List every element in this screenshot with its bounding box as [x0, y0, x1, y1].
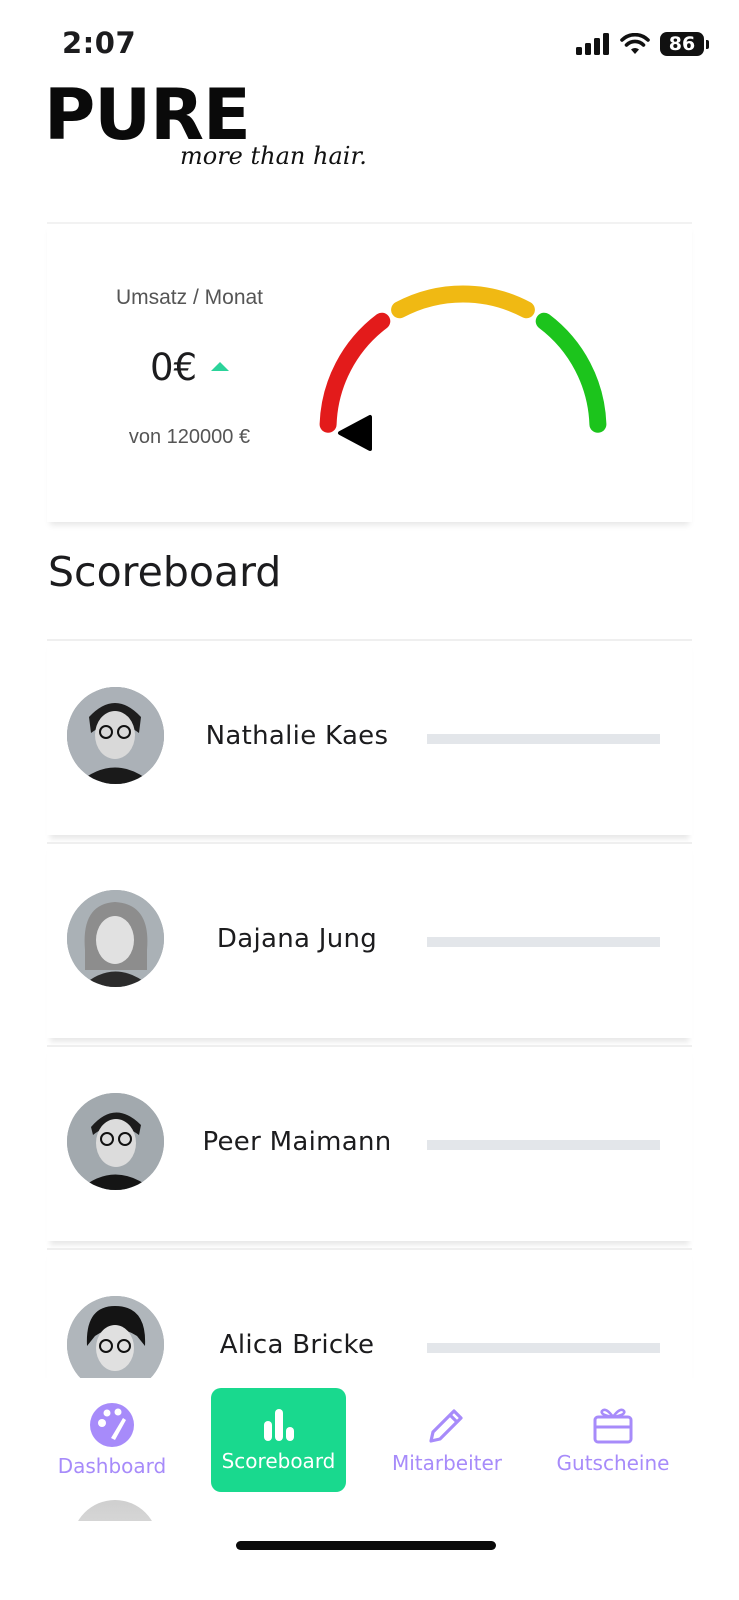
trend-up-icon	[211, 362, 230, 371]
battery-indicator: 86	[660, 32, 709, 56]
scoreboard-row[interactable]: Dajana Jung	[47, 842, 692, 1038]
tab-label: Scoreboard	[221, 1449, 336, 1473]
revenue-target: von 120000 €	[128, 426, 251, 448]
revenue-value: 0€	[149, 346, 198, 389]
avatar	[67, 890, 164, 987]
brand-logo: PURE more than hair.	[44, 74, 367, 180]
bar-chart-icon	[263, 1409, 294, 1441]
status-time: 2:07	[62, 26, 137, 60]
revenue-label: Umsatz / Monat	[115, 286, 264, 309]
avatar	[67, 1093, 164, 1190]
gauge-segment-red	[319, 312, 391, 433]
battery-level: 86	[660, 32, 704, 56]
gauge-segment-yellow	[391, 285, 535, 319]
avatar	[67, 687, 164, 784]
progress-bar	[427, 1343, 660, 1353]
cellular-signal-icon	[576, 33, 609, 55]
scoreboard-row[interactable]: Nathalie Kaes	[47, 639, 692, 835]
tab-scoreboard[interactable]: Scoreboard	[211, 1388, 346, 1492]
person-name: Peer Maimann	[202, 1127, 392, 1157]
avatar	[72, 1500, 158, 1521]
logo-wordmark: PURE	[44, 74, 251, 156]
logo-tagline: more than hair.	[180, 142, 367, 170]
tab-dashboard[interactable]: Dashboard	[44, 1388, 180, 1492]
pencil-icon	[429, 1409, 463, 1443]
scoreboard-title: Scoreboard	[48, 548, 282, 596]
status-bar: 2:07 86	[0, 0, 739, 80]
person-name: Nathalie Kaes	[205, 721, 389, 751]
progress-bar	[427, 734, 660, 744]
person-name: Dajana Jung	[216, 924, 378, 954]
gauge-pointer-icon	[338, 415, 372, 451]
tab-mitarbeiter[interactable]: Mitarbeiter	[380, 1388, 514, 1492]
battery-cap	[706, 39, 709, 49]
person-name: Alica Bricke	[219, 1330, 375, 1360]
bottom-tab-bar: Dashboard Scoreboard Mitarbeiter Gutsche…	[0, 1378, 739, 1500]
revenue-value-row: 0€	[47, 346, 332, 389]
tab-gutscheine[interactable]: Gutscheine	[546, 1388, 680, 1492]
tab-label: Gutscheine	[556, 1451, 670, 1475]
tab-label: Mitarbeiter	[391, 1451, 503, 1475]
gauge-segment-green	[535, 312, 607, 433]
palette-icon	[90, 1403, 134, 1447]
status-icons: 86	[576, 30, 709, 58]
gift-card-icon	[593, 1408, 633, 1444]
progress-bar	[427, 1140, 660, 1150]
wifi-icon	[620, 33, 650, 54]
revenue-card: Umsatz / Monat 0€ von 120000 €	[47, 222, 692, 522]
home-indicator	[236, 1541, 496, 1550]
revenue-gauge	[319, 285, 607, 451]
progress-bar	[427, 937, 660, 947]
tab-label: Dashboard	[57, 1454, 167, 1478]
scoreboard-row[interactable]: Peer Maimann	[47, 1045, 692, 1241]
